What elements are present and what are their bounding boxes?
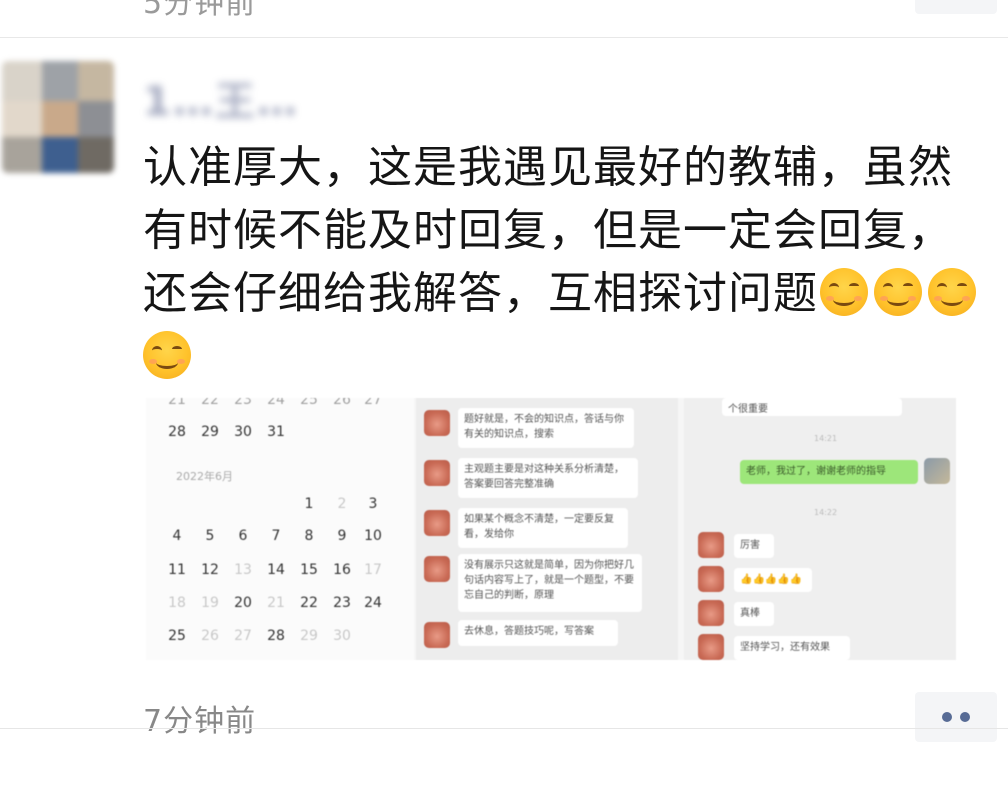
chat-bubble: 真棒 bbox=[734, 602, 774, 626]
calendar-day: 12 bbox=[201, 562, 219, 578]
post-text-line: 还会仔细给我解答，互相探讨问题 bbox=[143, 262, 1001, 325]
post-text-line: 认准厚大，这是我遇见最好的教辅，虽然 bbox=[143, 142, 953, 193]
calendar-day: 26 bbox=[201, 628, 219, 644]
more-dots-icon bbox=[960, 712, 970, 722]
calendar-day: 23 bbox=[234, 398, 252, 408]
calendar-day: 28 bbox=[267, 628, 285, 644]
calendar-day: 3 bbox=[368, 496, 378, 512]
calendar-day: 8 bbox=[304, 528, 314, 544]
previous-post-footer: 5分钟前 bbox=[0, 0, 1008, 38]
calendar-day: 28 bbox=[168, 424, 186, 440]
chat-bubble-green: 老师，我过了，谢谢老师的指导 bbox=[740, 460, 918, 484]
calendar-month-label: 2022年6月 bbox=[176, 470, 233, 483]
chat-bubble: 厉害 bbox=[734, 534, 774, 558]
chat-bubble: 个很重要 bbox=[722, 398, 902, 416]
post-text-line: 有时候不能及时回复，但是一定会回复， bbox=[143, 205, 953, 256]
calendar-day: 15 bbox=[300, 562, 318, 578]
smiling-face-emoji-icon bbox=[143, 331, 191, 379]
calendar-day: 19 bbox=[201, 595, 219, 611]
calendar-day: 14 bbox=[267, 562, 285, 578]
calendar-day: 24 bbox=[267, 398, 285, 408]
avatar[interactable] bbox=[2, 61, 114, 173]
calendar-day: 2 bbox=[337, 496, 347, 512]
calendar-day: 20 bbox=[234, 595, 252, 611]
chat-screenshot-right: 个很重要 14:21 老师，我过了，谢谢老师的指导 14:22 厉害 👍👍👍👍👍… bbox=[684, 398, 956, 660]
chat-bubble: 去休息，答题技巧呢，写答案 bbox=[458, 620, 618, 646]
calendar-day: 29 bbox=[300, 628, 318, 644]
smiling-face-emoji-icon bbox=[874, 268, 922, 316]
calendar-day: 25 bbox=[300, 398, 318, 408]
smiling-face-emoji-icon bbox=[820, 268, 868, 316]
calendar-day: 23 bbox=[333, 595, 351, 611]
moments-post: 1…王… 认准厚大，这是我遇见最好的教辅，虽然 有时候不能及时回复，但是一定会回… bbox=[0, 39, 1008, 767]
calendar-day: 5 bbox=[205, 528, 215, 544]
calendar-day: 11 bbox=[168, 562, 186, 578]
calendar-day: 7 bbox=[271, 528, 281, 544]
calendar-day: 21 bbox=[168, 398, 186, 408]
chat-bubble: 👍👍👍👍👍 bbox=[734, 568, 812, 592]
chat-bubble: 如果某个概念不清楚，一定要反复看，发给你 bbox=[458, 508, 628, 548]
calendar-day: 1 bbox=[304, 496, 314, 512]
calendar-day: 27 bbox=[364, 398, 382, 408]
calendar-day: 18 bbox=[168, 595, 186, 611]
calendar-day: 4 bbox=[172, 528, 182, 544]
attached-photo[interactable]: 21 22 23 24 25 26 27 28 29 30 31 1 2 3 4 5 6 7 8 9 10 11 12 13 1… bbox=[146, 398, 956, 660]
post-divider bbox=[0, 728, 1008, 729]
post-text: 认准厚大，这是我遇见最好的教辅，虽然 有时候不能及时回复，但是一定会回复， 还会… bbox=[143, 136, 1001, 388]
calendar-day: 6 bbox=[238, 528, 248, 544]
calendar-day: 16 bbox=[333, 562, 351, 578]
calendar-day: 30 bbox=[234, 424, 252, 440]
more-dots-icon bbox=[942, 712, 952, 722]
calendar-day: 30 bbox=[333, 628, 351, 644]
calendar-day: 17 bbox=[364, 562, 382, 578]
chat-screenshot-left: 题好就是，不会的知识点，答话与你有关的知识点，搜索 主观题主要是对这种关系分析清… bbox=[416, 398, 678, 660]
calendar-day: 31 bbox=[267, 424, 285, 440]
chat-bubble: 坚持学习，还有效果 bbox=[734, 636, 850, 660]
calendar-day: 26 bbox=[333, 398, 351, 408]
smiling-face-emoji-icon bbox=[928, 268, 976, 316]
calendar-day: 9 bbox=[337, 528, 347, 544]
calendar-screenshot: 21 22 23 24 25 26 27 28 29 30 31 1 2 3 4 5 6 7 8 9 10 11 12 13 1… bbox=[146, 398, 414, 660]
username[interactable]: 1…王… bbox=[143, 69, 299, 125]
previous-post-more-button[interactable] bbox=[915, 0, 997, 14]
calendar-day: 29 bbox=[201, 424, 219, 440]
calendar-day: 22 bbox=[201, 398, 219, 408]
calendar-day: 10 bbox=[364, 528, 382, 544]
chat-bubble: 没有展示只这就是简单，因为你把好几句话内容写上了，就是一个题型，不要忘自己的判断… bbox=[458, 554, 642, 612]
calendar-day: 25 bbox=[168, 628, 186, 644]
calendar-day: 22 bbox=[300, 595, 318, 611]
post-time: 7分钟前 bbox=[143, 704, 257, 739]
chat-bubble: 题好就是，不会的知识点，答话与你有关的知识点，搜索 bbox=[458, 408, 634, 448]
post-text-line bbox=[143, 325, 1001, 388]
more-button[interactable] bbox=[915, 692, 997, 742]
previous-post-time: 5分钟前 bbox=[143, 0, 257, 21]
calendar-day: 13 bbox=[234, 562, 252, 578]
calendar-day: 27 bbox=[234, 628, 252, 644]
chat-bubble: 主观题主要是对这种关系分析清楚，答案要回答完整准确 bbox=[458, 458, 638, 498]
calendar-day: 21 bbox=[267, 595, 285, 611]
calendar-day: 24 bbox=[364, 595, 382, 611]
